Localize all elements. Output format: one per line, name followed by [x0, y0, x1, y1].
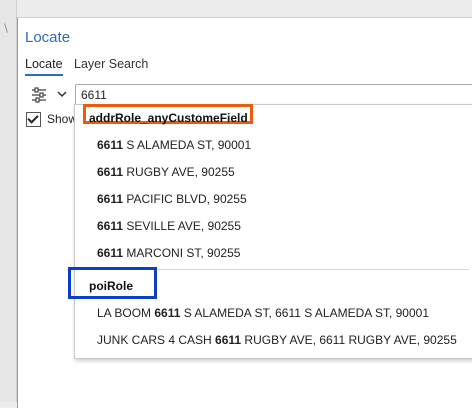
suggestion-item[interactable]: JUNK CARS 4 CASH 6611 RUGBY AVE, 6611 RU…: [97, 333, 457, 347]
item-text: RUGBY AVE, 6611 RUGBY AVE, 90255: [241, 333, 457, 347]
match-text: 6611: [154, 306, 181, 320]
filter-settings-icon[interactable]: [30, 86, 48, 104]
group-header-addr: addrRole_anyCustomeField: [89, 111, 248, 125]
item-text: SEVILLE AVE, 90255: [123, 219, 241, 233]
match-text: 6611: [97, 219, 124, 233]
pane-title: Locate: [25, 29, 71, 46]
suggestion-item[interactable]: 6611 PACIFIC BLVD, 90255: [97, 192, 247, 206]
show-checkbox[interactable]: [26, 112, 41, 128]
item-prefix: LA BOOM: [97, 306, 155, 320]
match-text: 6611: [215, 333, 242, 347]
match-text: 6611: [97, 138, 124, 152]
match-text: 6611: [97, 165, 124, 179]
suggestion-item[interactable]: 6611 MARCONI ST, 90255: [97, 246, 240, 260]
tab-locate[interactable]: Locate: [25, 57, 63, 76]
pin-icon[interactable]: ∖: [2, 22, 9, 35]
suggestion-item[interactable]: 6611 SEVILLE AVE, 90255: [97, 219, 241, 233]
show-option[interactable]: Show: [26, 112, 78, 128]
item-prefix: JUNK CARS 4 CASH: [97, 333, 216, 347]
item-text: PACIFIC BLVD, 90255: [123, 192, 247, 206]
item-text: RUGBY AVE, 90255: [123, 165, 235, 179]
show-label: Show: [47, 112, 78, 126]
suggestions-dropdown: addrRole_anyCustomeField 6611 S ALAMEDA …: [68, 104, 472, 359]
chevron-down-icon[interactable]: [56, 88, 68, 100]
dock-strip: ∖: [0, 0, 17, 402]
tab-locate-label: Locate: [25, 57, 63, 71]
tab-layer-search[interactable]: Layer Search: [74, 57, 148, 71]
match-text: 6611: [97, 192, 124, 206]
tab-bar: Locate Layer Search: [25, 57, 156, 76]
tab-active-indicator: [25, 74, 63, 76]
search-input[interactable]: [75, 84, 472, 106]
item-text: S ALAMEDA ST, 90001: [123, 138, 252, 152]
item-text: MARCONI ST, 90255: [123, 246, 241, 260]
suggestion-item[interactable]: LA BOOM 6611 S ALAMEDA ST, 6611 S ALAMED…: [97, 306, 429, 320]
item-text: S ALAMEDA ST, 6611 S ALAMEDA ST, 90001: [180, 306, 429, 320]
group-header-poi: poiRole: [89, 279, 133, 293]
match-text: 6611: [97, 246, 124, 260]
suggestion-item[interactable]: 6611 RUGBY AVE, 90255: [97, 165, 235, 179]
suggestion-item[interactable]: 6611 S ALAMEDA ST, 90001: [97, 138, 251, 152]
